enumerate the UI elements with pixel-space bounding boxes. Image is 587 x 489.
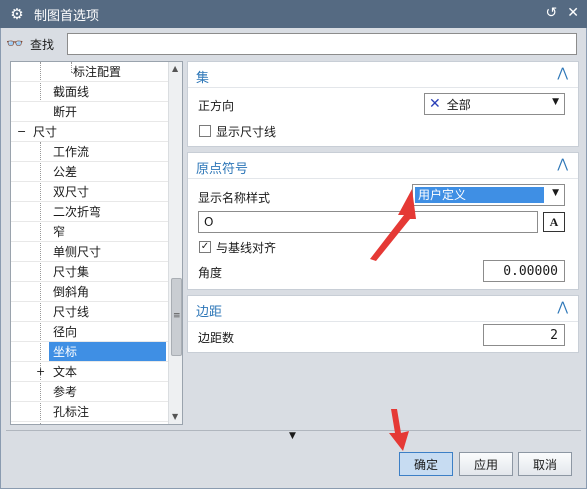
find-input[interactable]	[67, 33, 577, 55]
annotation-arrow	[389, 409, 409, 451]
tree-item-label: 二次折弯	[53, 205, 102, 219]
reset-icon[interactable]: ↺	[546, 5, 558, 21]
margin-count-input[interactable]: 2	[483, 324, 565, 346]
divider	[188, 321, 578, 322]
tree-item-label: 断开	[53, 105, 78, 119]
tree-scrollbar[interactable]: ▲ ≡ ▼	[168, 62, 182, 424]
tree-item[interactable]: 参考	[11, 382, 168, 402]
tree-item[interactable]: 标注配置	[11, 62, 168, 82]
scroll-down-icon[interactable]: ▼	[172, 412, 178, 421]
tree-item[interactable]: 单侧尺寸	[11, 242, 168, 262]
name-style-label: 显示名称样式	[198, 191, 271, 205]
find-bar: 👓 查找	[6, 32, 54, 56]
tree-item-label: 孔标注	[53, 405, 90, 419]
preference-tree[interactable]: 标注配置 截面线 断开 − 尺寸 工作流 公差 双尺寸 二次折弯 窄 单侧尺寸 …	[10, 61, 183, 425]
divider	[188, 87, 578, 88]
panel-margin: 边距 ⋀ 边距数 2	[187, 295, 579, 353]
scroll-thumb[interactable]: ≡	[171, 278, 182, 356]
tree-item[interactable]: 窄	[11, 222, 168, 242]
name-style-value: 用户定义	[415, 187, 544, 203]
tree-item-dimension[interactable]: − 尺寸	[11, 122, 168, 142]
tree-item[interactable]: 二次折弯	[11, 202, 168, 222]
annotation-arrow	[370, 189, 416, 261]
show-dim-line-checkbox[interactable]	[199, 125, 211, 137]
panel-title: 边距	[196, 305, 223, 320]
panel-title: 集	[196, 71, 210, 86]
tree-item-label: 单侧尺寸	[53, 245, 102, 259]
tree-item[interactable]: 截面线	[11, 82, 168, 102]
direction-value: 全部	[446, 97, 471, 112]
chevron-down-icon: ▼	[552, 188, 559, 198]
chevron-up-icon[interactable]: ⋀	[557, 157, 568, 172]
close-icon[interactable]: ✕	[567, 5, 579, 21]
window-title: 制图首选项	[34, 8, 100, 24]
gear-icon[interactable]: ⚙	[6, 5, 28, 23]
panel-title: 原点符号	[196, 162, 249, 177]
tree-item-label: 坐标	[49, 342, 166, 361]
angle-label: 角度	[198, 266, 223, 280]
tree-item-label: 尺寸集	[53, 265, 90, 279]
expand-more-icon[interactable]: ▼	[289, 431, 296, 441]
chevron-up-icon[interactable]: ⋀	[557, 300, 568, 315]
tree-item[interactable]: 断开	[11, 102, 168, 122]
show-dim-line-label: 显示尺寸线	[216, 125, 277, 139]
divider	[188, 178, 578, 179]
tree-item-label: 截面线	[53, 85, 90, 99]
tree-item-label: 尺寸	[33, 125, 58, 139]
panel-set: 集 ⋀ 正方向 ✕ 全部 ▼ 显示尺寸线	[187, 61, 579, 147]
chevron-up-icon[interactable]: ⋀	[557, 66, 568, 81]
binoculars-icon: 👓	[6, 36, 24, 52]
apply-button[interactable]: 应用	[459, 452, 513, 476]
cross-arrows-icon: ✕	[429, 96, 441, 112]
tree-item[interactable]: 尺寸集	[11, 262, 168, 282]
tree-item[interactable]: 双尺寸	[11, 182, 168, 202]
tree-item-label: 径向	[53, 325, 78, 339]
cancel-button[interactable]: 取消	[518, 452, 572, 476]
tree-item-label: 工作流	[53, 145, 90, 159]
tree-item-label: 窄	[53, 225, 66, 239]
tree-item[interactable]: 工作流	[11, 142, 168, 162]
tree-item[interactable]: 孔标注	[11, 402, 168, 422]
expand-icon[interactable]: +	[36, 365, 45, 378]
direction-select[interactable]: ✕ 全部 ▼	[424, 93, 565, 115]
align-baseline-checkbox[interactable]: ✓	[199, 241, 211, 253]
tree-item-label: 文本	[53, 365, 78, 379]
tree-item-selected[interactable]: 坐标	[11, 342, 168, 362]
margin-count-label: 边距数	[198, 331, 235, 345]
tree-item-label: 标注配置	[73, 65, 122, 79]
angle-input[interactable]: 0.00000	[483, 260, 565, 282]
tree-item[interactable]: 径向	[11, 322, 168, 342]
align-baseline-label: 与基线对齐	[216, 241, 277, 255]
find-label: 查找	[30, 37, 55, 52]
tree-item-label: 倒斜角	[53, 285, 90, 299]
tree-item[interactable]: 公差	[11, 162, 168, 182]
direction-label: 正方向	[198, 99, 235, 113]
font-style-icon[interactable]: A	[543, 212, 565, 232]
name-style-select[interactable]: 用户定义 ▼	[412, 184, 565, 206]
collapse-icon[interactable]: −	[17, 125, 26, 138]
tree-item-label: 尺寸线	[53, 305, 90, 319]
scroll-up-icon[interactable]: ▲	[172, 64, 178, 73]
ok-button[interactable]: 确定	[399, 452, 453, 476]
tree-item-label: 参考	[53, 385, 78, 399]
tree-item[interactable]: + 文本	[11, 362, 168, 382]
chevron-down-icon: ▼	[552, 97, 559, 107]
tree-item-label: 双尺寸	[53, 185, 90, 199]
tree-item-label: 公差	[53, 165, 78, 179]
tree-item[interactable]: 尺寸线	[11, 302, 168, 322]
annotation-arrow-shape	[389, 409, 409, 451]
tree-item[interactable]: 倒斜角	[11, 282, 168, 302]
annotation-arrow-shape	[370, 189, 416, 261]
title-bar: ⚙ 制图首选项 ↺ ✕	[0, 0, 587, 28]
grip-icon: ≡	[173, 311, 181, 321]
